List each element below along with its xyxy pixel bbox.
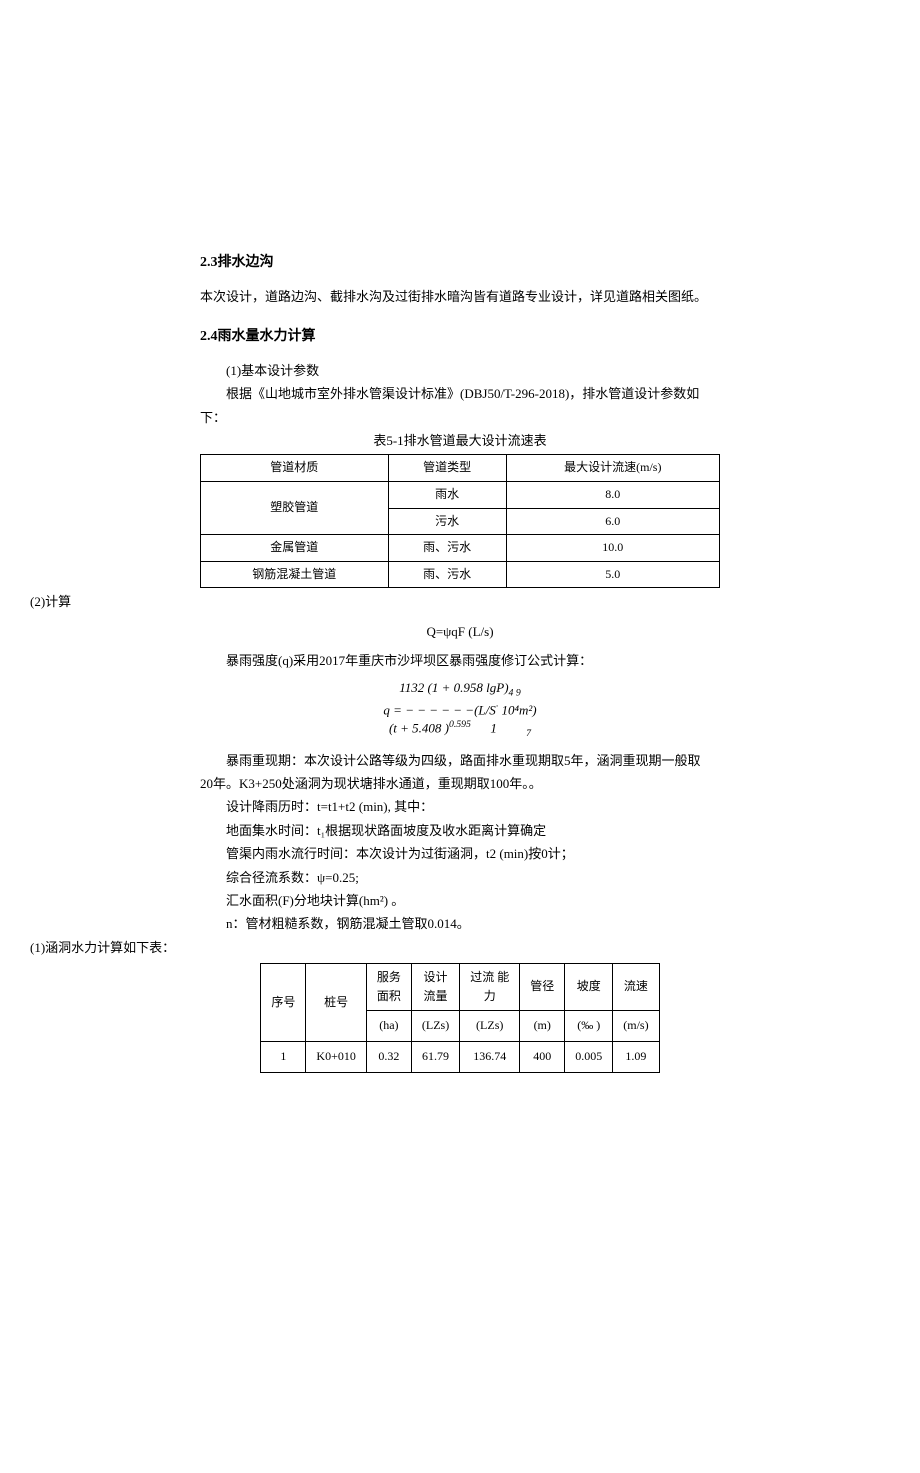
th-area-1: 服务 xyxy=(377,970,401,984)
table-row: 管道材质 管道类型 最大设计流速(m/s) xyxy=(201,455,720,482)
th-capacity: 过流 能 力 xyxy=(460,964,520,1011)
table-5-1-caption: 表5-1排水管道最大设计流速表 xyxy=(200,429,720,452)
unit-lzs-2: (LZs) xyxy=(460,1011,520,1042)
s24-p2: 根据《山地城市室外排水管渠设计标准》(DBJ50/T-296-2018)，排水管… xyxy=(200,382,720,405)
cell: 金属管道 xyxy=(201,535,389,562)
cell: 0.32 xyxy=(366,1042,411,1073)
s24-p7: 管渠内雨水流行时间：本次设计为过街涵洞，t2 (min)按0计； xyxy=(200,842,720,865)
calc-label-2: (2)计算 xyxy=(30,590,720,613)
formula-ex2: 7 xyxy=(526,728,531,739)
s24-p6: 地面集水时间：t₁根据现状路面坡度及收水距离计算确定 xyxy=(200,819,720,842)
cell: K0+010 xyxy=(306,1042,366,1073)
table-row: 序号 桩号 服务 面积 设计 流量 过流 能 力 管径 坡度 流速 xyxy=(261,964,659,1011)
cell: 5.0 xyxy=(506,561,719,588)
table-row: 塑胶管道 雨水 8.0 xyxy=(201,481,720,508)
s24-p4: 暴雨重现期：本次设计公路等级为四级，路面排水重现期取5年，涵洞重现期一般取 xyxy=(200,749,720,772)
s24-p3: 暴雨强度(q)采用2017年重庆市沙坪坝区暴雨强度修订公式计算： xyxy=(200,649,720,672)
cell: 塑胶管道 xyxy=(201,481,389,534)
unit-ha: (ha) xyxy=(366,1011,411,1042)
s24-p4b: 20年。K3+250处涵洞为现状塘排水通道，重现期取100年。。 xyxy=(200,772,720,795)
formula-eq: = − − − − − −(L/S xyxy=(393,702,496,717)
cell: 6.0 xyxy=(506,508,719,535)
s24-p5: 设计降雨历时：t=t1+t2 (min), 其中： xyxy=(200,795,720,818)
formula-tail: 1 xyxy=(490,720,497,735)
th-station: 桩号 xyxy=(306,964,366,1042)
s24-p8: 综合径流系数：ψ=0.25; xyxy=(200,866,720,889)
section-2-4-title: 2.4雨水量水力计算 xyxy=(200,324,720,349)
cell: 雨、污水 xyxy=(388,561,506,588)
th-area: 服务 面积 xyxy=(366,964,411,1011)
formula-rainfall-intensity: 1132 (1 + 0.958 lgP)4 9 q = − − − − − −(… xyxy=(200,680,720,740)
th-type: 管道类型 xyxy=(388,455,506,482)
th-flow-2: 流量 xyxy=(424,989,448,1003)
unit-lzs-1: (LZs) xyxy=(411,1011,459,1042)
formula-denominator: (t + 5.408 ) xyxy=(389,720,449,735)
s24-p2b: 下： xyxy=(200,406,720,429)
th-design-flow: 设计 流量 xyxy=(411,964,459,1011)
th-area-2: 面积 xyxy=(377,989,401,1003)
unit-m: (m) xyxy=(520,1011,565,1042)
s24-p1: (1)基本设计参数 xyxy=(200,359,720,382)
culvert-calc-table: 序号 桩号 服务 面积 设计 流量 过流 能 力 管径 坡度 流速 (ha) (… xyxy=(260,963,659,1073)
th-diameter: 管径 xyxy=(520,964,565,1011)
s23-paragraph: 本次设计，道路边沟、截排水沟及过街排水暗沟皆有道路专业设计，详见道路相关图纸。 xyxy=(200,285,720,308)
formula-q-psi-qf: Q=ψqF (L/s) xyxy=(200,620,720,643)
th-seq: 序号 xyxy=(261,964,306,1042)
cell: 1.09 xyxy=(613,1042,659,1073)
table-5-1: 管道材质 管道类型 最大设计流速(m/s) 塑胶管道 雨水 8.0 污水 6.0… xyxy=(200,454,720,588)
cell: 10.0 xyxy=(506,535,719,562)
unit-ms: (m/s) xyxy=(613,1011,659,1042)
th-speed: 流速 xyxy=(613,964,659,1011)
calc-table-label: (1)涵洞水力计算如下表： xyxy=(30,936,720,959)
cell: 雨、污水 xyxy=(388,535,506,562)
section-2-3-title: 2.3排水边沟 xyxy=(200,250,720,275)
table-row: 1 K0+010 0.32 61.79 136.74 400 0.005 1.0… xyxy=(261,1042,659,1073)
cell: 污水 xyxy=(388,508,506,535)
table-row: 钢筋混凝土管道 雨、污水 5.0 xyxy=(201,561,720,588)
cell: 1 xyxy=(261,1042,306,1073)
formula-unit: 10⁴m²) xyxy=(498,702,536,717)
cell: 400 xyxy=(520,1042,565,1073)
s24-p10: n：管材粗糙系数，钢筋混凝土管取0.014。 xyxy=(200,912,720,935)
th-material: 管道材质 xyxy=(201,455,389,482)
formula-denom-exp: 0.595 xyxy=(449,719,471,730)
formula-exp: 4 9 xyxy=(509,688,521,699)
cell: 钢筋混凝土管道 xyxy=(201,561,389,588)
th-max-speed: 最大设计流速(m/s) xyxy=(506,455,719,482)
unit-permille: (‰ ) xyxy=(565,1011,613,1042)
s24-p9: 汇水面积(F)分地块计算(hm²) 。 xyxy=(200,889,720,912)
cell: 61.79 xyxy=(411,1042,459,1073)
cell: 雨水 xyxy=(388,481,506,508)
th-cap-2: 力 xyxy=(484,989,496,1003)
th-flow-1: 设计 xyxy=(424,970,448,984)
cell: 0.005 xyxy=(565,1042,613,1073)
th-cap-1: 过流 能 xyxy=(470,970,509,984)
th-slope: 坡度 xyxy=(565,964,613,1011)
cell: 8.0 xyxy=(506,481,719,508)
formula-q: q xyxy=(383,702,390,717)
formula-numerator: 1132 (1 + 0.958 lgP) xyxy=(399,680,508,695)
table-row: 金属管道 雨、污水 10.0 xyxy=(201,535,720,562)
cell: 136.74 xyxy=(460,1042,520,1073)
